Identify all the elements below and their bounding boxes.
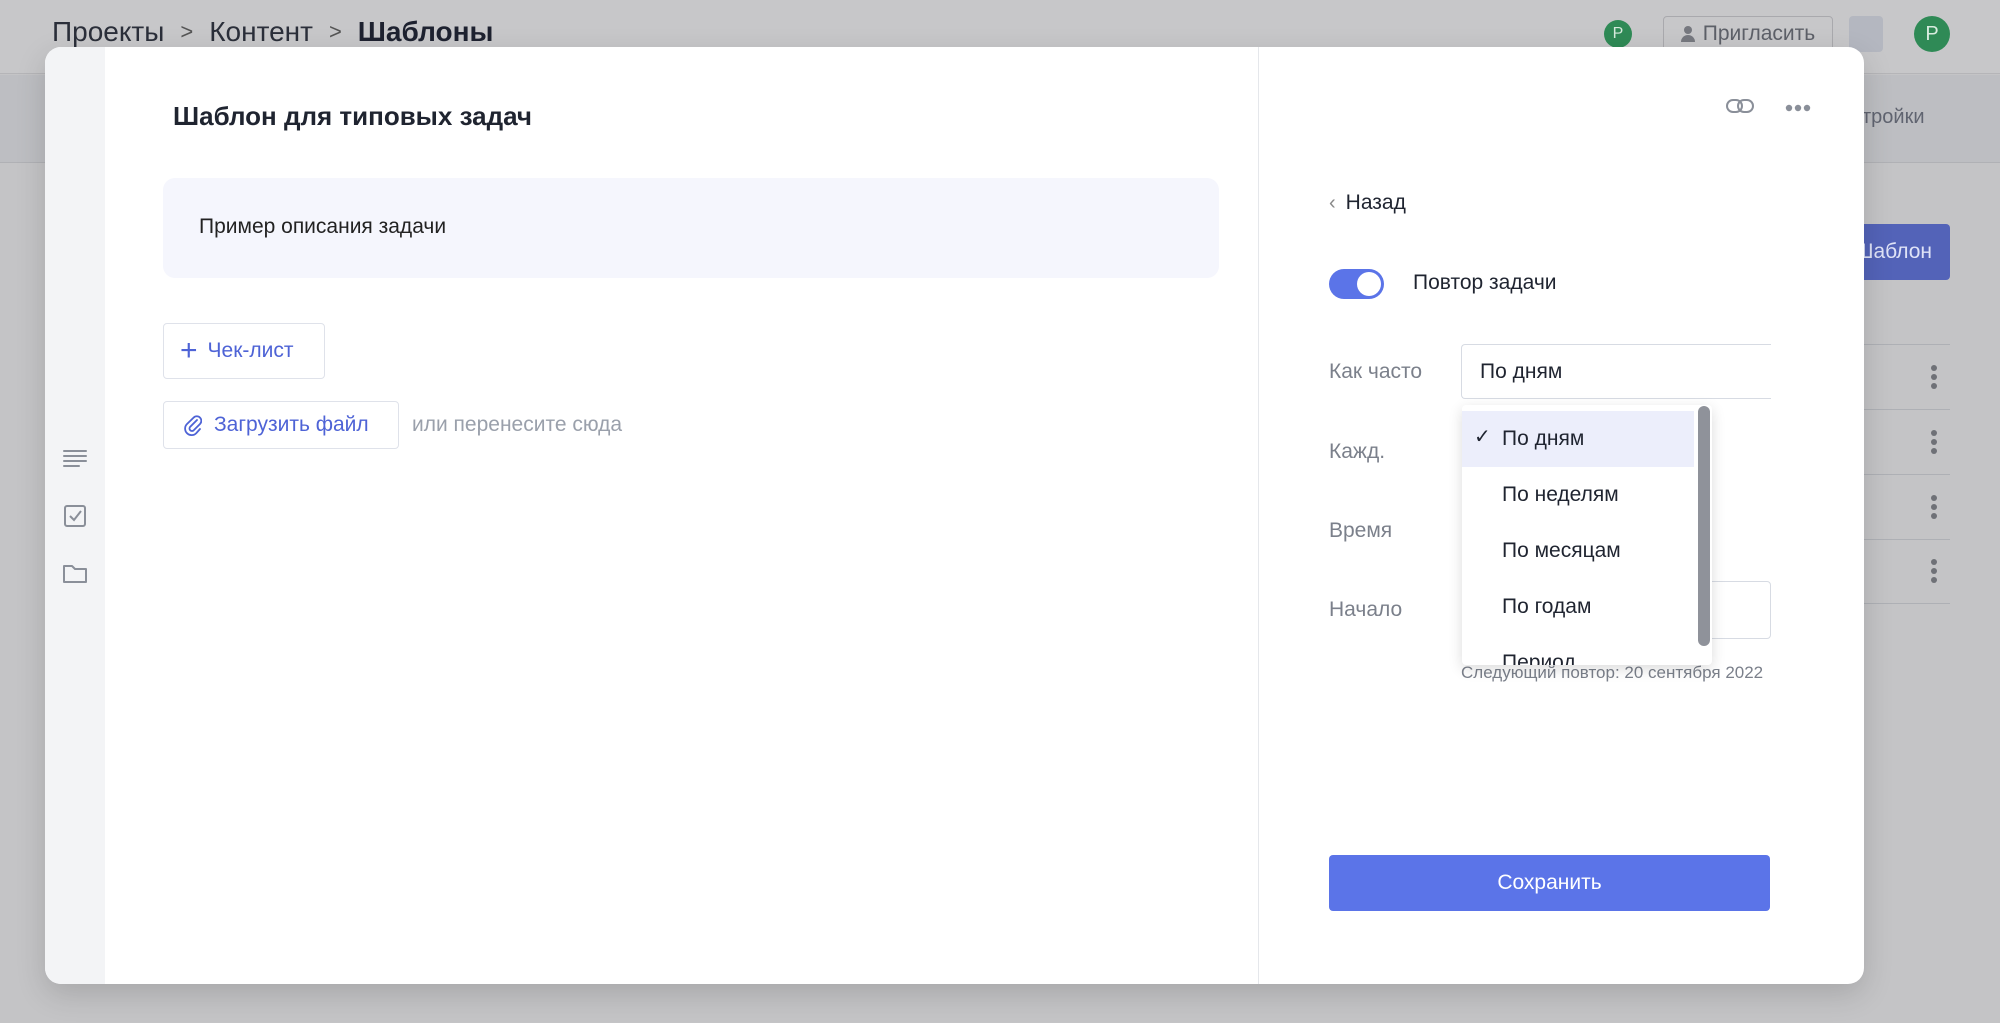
settings-link[interactable]: тройки bbox=[1862, 106, 1925, 129]
option-by-months[interactable]: По месяцам bbox=[1462, 523, 1694, 579]
upload-label: Загрузить файл bbox=[214, 413, 369, 436]
description-icon[interactable] bbox=[61, 445, 89, 473]
description-text[interactable]: Пример описания задачи bbox=[199, 215, 446, 239]
frequency-dropdown: ✓ По дням По неделям По месяцам По годам… bbox=[1462, 405, 1712, 665]
breadcrumb-projects[interactable]: Проекты bbox=[52, 16, 164, 48]
row-menu-icon[interactable] bbox=[1931, 430, 1937, 457]
back-label: Назад bbox=[1345, 191, 1406, 214]
every-label: Кажд. bbox=[1329, 440, 1386, 463]
how-often-label: Как часто bbox=[1329, 360, 1423, 383]
invite-label: Пригласить bbox=[1702, 22, 1816, 45]
side-rail bbox=[45, 47, 105, 984]
notifications-icon[interactable] bbox=[1849, 16, 1883, 52]
chevron-left-icon: ‹ bbox=[1329, 191, 1336, 214]
project-avatar[interactable]: P bbox=[1604, 20, 1632, 48]
row-menu-icon[interactable] bbox=[1931, 495, 1937, 522]
save-button[interactable]: Сохранить bbox=[1329, 855, 1770, 911]
row-menu-icon[interactable] bbox=[1931, 365, 1937, 392]
row-divider bbox=[1850, 539, 1950, 540]
more-icon[interactable] bbox=[1785, 104, 1811, 112]
time-label: Время bbox=[1329, 519, 1393, 542]
repeat-toggle[interactable] bbox=[1329, 269, 1384, 299]
chevron-right-icon: > bbox=[328, 19, 342, 44]
link-icon[interactable] bbox=[1725, 97, 1755, 115]
pane-divider bbox=[1258, 47, 1259, 984]
option-by-years[interactable]: По годам bbox=[1462, 579, 1694, 635]
back-button[interactable]: ‹ Назад bbox=[1329, 191, 1406, 215]
breadcrumb-templates: Шаблоны bbox=[357, 16, 494, 47]
option-label: По неделям bbox=[1502, 483, 1619, 506]
check-icon: ✓ bbox=[1474, 426, 1491, 448]
row-divider bbox=[1850, 344, 1950, 345]
next-repeat-text: Следующий повтор: 20 сентября 2022 bbox=[1461, 663, 1764, 682]
modal-title[interactable]: Шаблон для типовых задач bbox=[173, 101, 532, 132]
paperclip-icon bbox=[184, 415, 202, 436]
how-often-select[interactable]: По дням bbox=[1461, 344, 1771, 399]
option-label: По годам bbox=[1502, 595, 1592, 618]
option-label: По месяцам bbox=[1502, 539, 1621, 562]
option-by-days[interactable]: ✓ По дням bbox=[1462, 411, 1694, 467]
folder-icon[interactable] bbox=[61, 559, 89, 587]
row-divider bbox=[1850, 603, 1950, 604]
repeat-toggle-label: Повтор задачи bbox=[1413, 271, 1557, 294]
dropdown-scrollbar[interactable] bbox=[1698, 406, 1710, 646]
row-menu-icon[interactable] bbox=[1931, 559, 1937, 586]
option-by-weeks[interactable]: По неделям bbox=[1462, 467, 1694, 523]
breadcrumb: Проекты > Контент > Шаблоны bbox=[52, 16, 493, 48]
option-label: По дням bbox=[1502, 427, 1585, 450]
plus-icon: + bbox=[180, 334, 198, 367]
upload-file-button[interactable]: Загрузить файл bbox=[163, 401, 399, 449]
add-checklist-button[interactable]: + Чек-лист bbox=[163, 323, 325, 379]
chevron-right-icon: > bbox=[180, 19, 194, 44]
start-label: Начало bbox=[1329, 598, 1403, 621]
row-divider bbox=[1850, 474, 1950, 475]
checklist-icon[interactable] bbox=[61, 502, 89, 530]
option-period[interactable]: Период bbox=[1462, 635, 1694, 665]
option-label: Период bbox=[1502, 651, 1576, 665]
checklist-label: Чек-лист bbox=[207, 339, 294, 362]
user-avatar[interactable]: P bbox=[1914, 16, 1950, 52]
breadcrumb-content[interactable]: Контент bbox=[209, 16, 313, 48]
drop-hint: или перенесите сюда bbox=[412, 413, 623, 436]
template-modal: Шаблон для типовых задач Пример описания… bbox=[45, 47, 1864, 984]
user-icon bbox=[1680, 26, 1695, 42]
start-date-input[interactable] bbox=[1705, 581, 1771, 639]
row-divider bbox=[1850, 409, 1950, 410]
